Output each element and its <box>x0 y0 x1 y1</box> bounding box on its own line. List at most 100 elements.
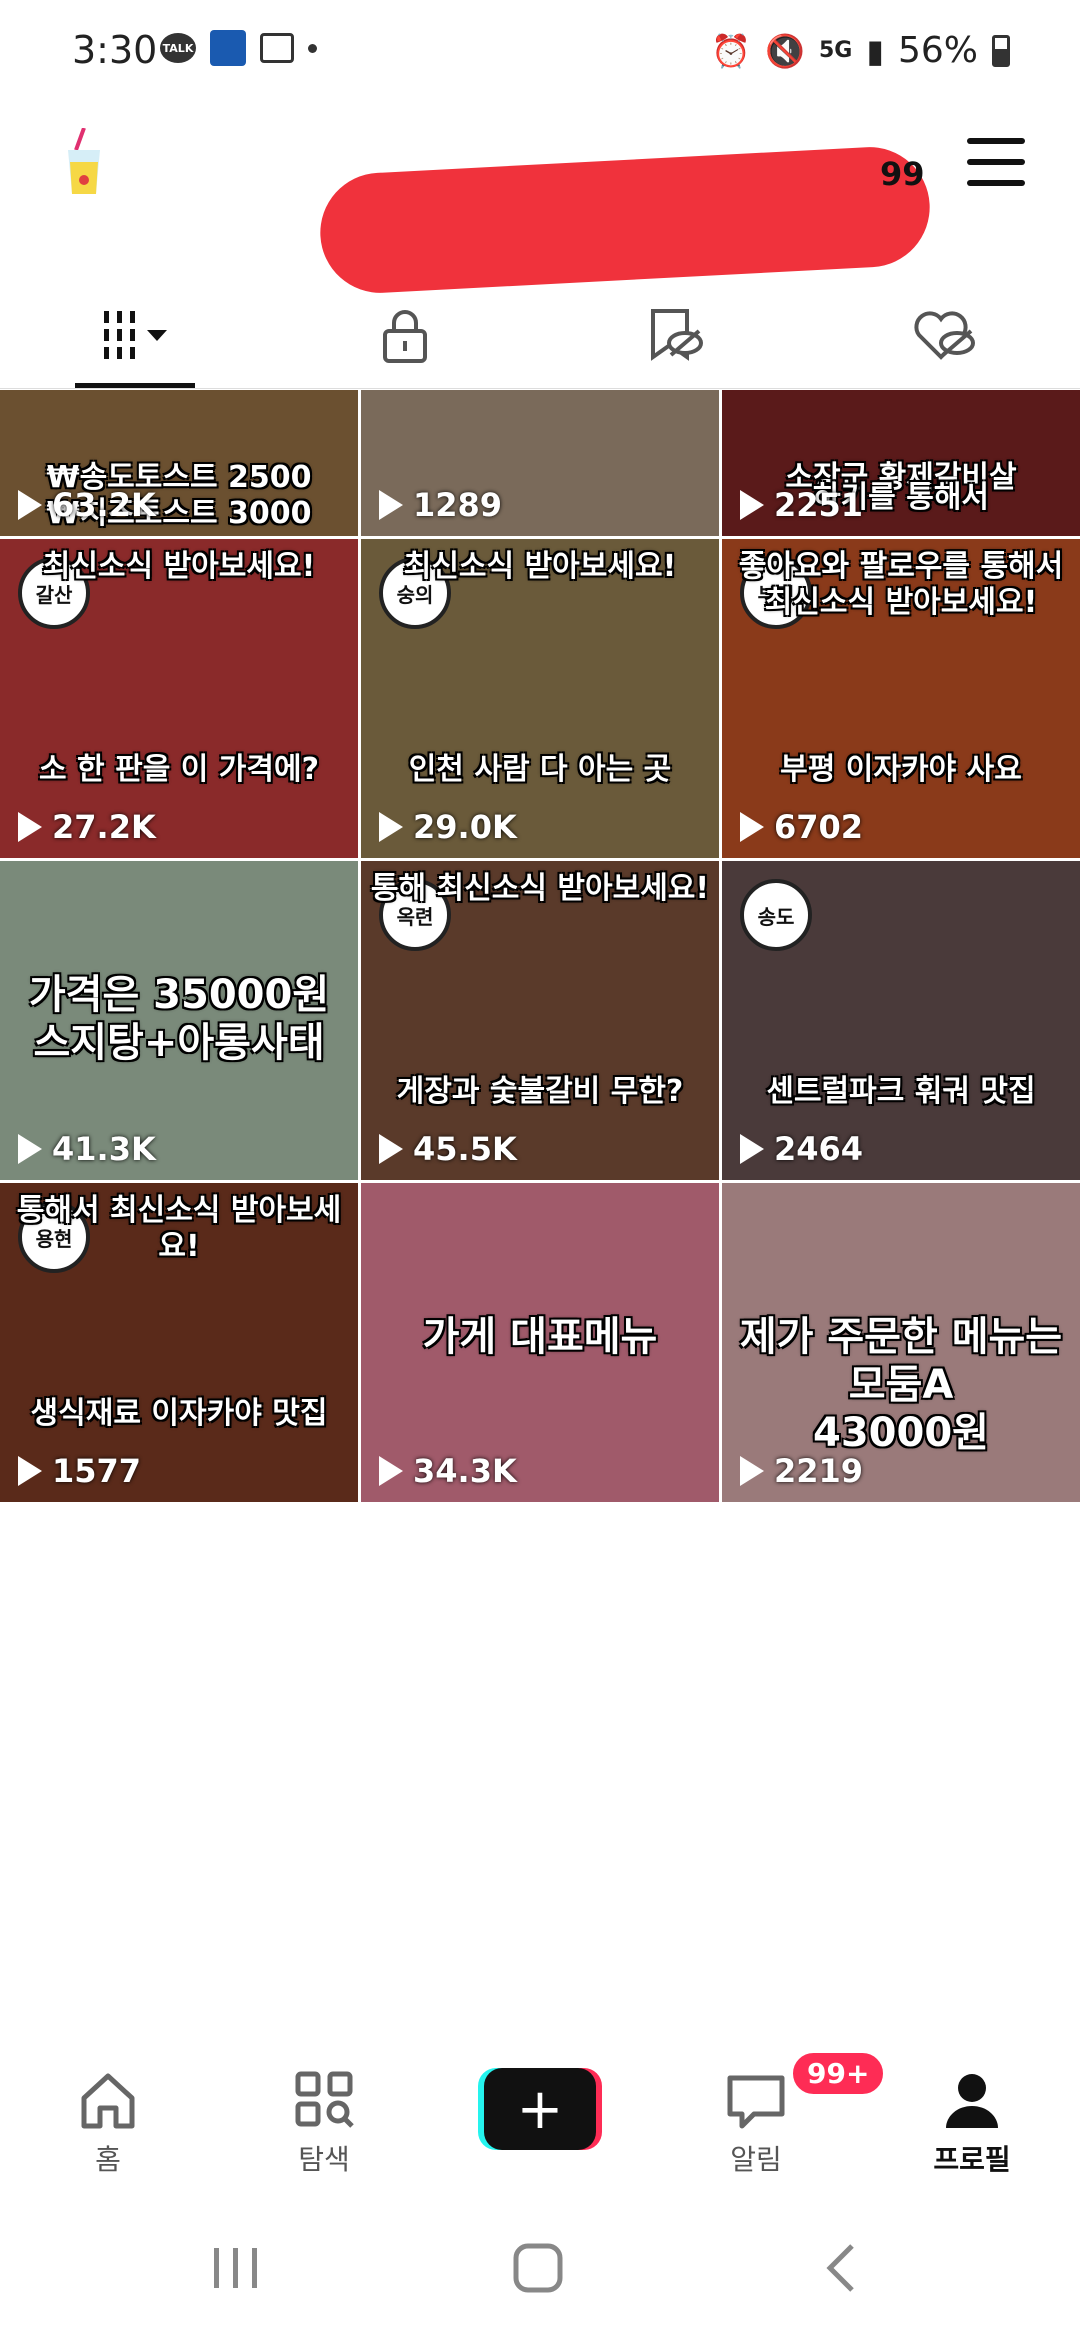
thumbnail-caption-top: 통해서 최신소식 받아보세요! <box>16 1193 342 1264</box>
explore-icon <box>295 2071 354 2128</box>
nav-profile[interactable]: 프로필 <box>912 2070 1032 2178</box>
view-count-value: 2464 <box>774 1130 864 1168</box>
drink-cup-icon[interactable] <box>62 128 106 198</box>
view-count-value: 1577 <box>52 1452 142 1490</box>
play-icon <box>740 812 764 842</box>
video-thumbnail[interactable]: 용현 통해서 최신소식 받아보세요! 생식재료 이자카야 맛집 1577 <box>0 1183 358 1502</box>
menu-button[interactable] <box>967 138 1025 186</box>
profile-icon <box>946 2074 998 2128</box>
video-thumbnail[interactable]: 옥련 통해 최신소식 받아보세요! 게장과 숯불갈비 무한? 45.5K <box>361 861 719 1180</box>
username-fragment: 99 <box>880 155 925 193</box>
view-count-value: 2251 <box>774 486 864 524</box>
video-thumbnail[interactable]: 송도센트럴파크 훠궈 맛집 2464 <box>722 861 1080 1180</box>
video-thumbnail[interactable]: 제가 주문한 메뉴는 모둠A 43000원 2219 <box>722 1183 1080 1502</box>
bottom-navigation: 홈 탐색 + 알림 99+ 프로필 <box>0 2050 1080 2200</box>
view-count-value: 41.3K <box>52 1130 156 1168</box>
view-count: 27.2K <box>18 808 156 846</box>
tab-liked[interactable] <box>810 282 1080 388</box>
thumbnail-caption-bottom: 센트럴파크 훠궈 맛집 <box>766 1074 1036 1109</box>
video-thumbnail[interactable]: 1289 <box>361 390 719 536</box>
recents-icon[interactable] <box>206 2240 266 2296</box>
profile-tabs <box>0 282 1080 389</box>
kakaotalk-icon: TALK <box>160 33 196 63</box>
video-thumbnail[interactable]: ₩송도토스트 2500 ₩치즈토스트 3000 63.2K <box>0 390 358 536</box>
video-thumbnail[interactable]: 부평 좋아요와 팔로우를 통해서 최신소식 받아보세요! 부평 이자카야 사요 670… <box>722 539 1080 858</box>
profile-header: 99 <box>0 110 1080 310</box>
play-icon <box>18 1456 42 1486</box>
thumbnail-caption-top: 제가 주문한 메뉴는 모둠A 43000원 <box>739 1314 1063 1456</box>
video-thumbnail[interactable]: 가격은 35000원 스지탕+아롱사태 41.3K <box>0 861 358 1180</box>
username-redacted <box>317 144 933 296</box>
network-icon: 5G <box>819 38 853 63</box>
view-count: 45.5K <box>379 1130 517 1168</box>
play-icon <box>740 1456 764 1486</box>
view-count-value: 63.2K <box>52 486 156 524</box>
play-icon <box>740 1134 764 1164</box>
view-count: 2464 <box>740 1130 863 1168</box>
app-notification-icon <box>210 30 246 66</box>
status-time: 3:30 <box>72 28 158 72</box>
status-bar: 3:30 TALK ⏰ 🔇 5G ▮ 56% <box>0 0 1080 110</box>
home-icon <box>81 2073 135 2129</box>
thumbnail-caption-bottom: 게장과 숯불갈비 무한? <box>396 1074 684 1109</box>
thumbnail-caption-bottom: 인천 사람 다 아는 곳 <box>408 752 672 787</box>
plus-icon: + <box>484 2068 596 2150</box>
heart-hidden-icon <box>914 311 975 360</box>
view-count: 2251 <box>740 486 863 524</box>
view-count: 34.3K <box>379 1452 517 1490</box>
battery-icon <box>992 34 1010 67</box>
play-icon <box>740 490 764 520</box>
tab-saved[interactable] <box>540 282 810 388</box>
system-status-icons: ⏰ 🔇 5G ▮ 56% <box>711 30 1010 71</box>
view-count-value: 2219 <box>774 1452 864 1490</box>
thumbnail-caption-top: 가게 대표메뉴 <box>422 1314 658 1360</box>
view-count: 2219 <box>740 1452 863 1490</box>
alarm-icon: ⏰ <box>711 31 752 70</box>
thumbnail-caption-top: 좋아요와 팔로우를 통해서 최신소식 받아보세요! <box>738 549 1064 620</box>
more-notifications-icon <box>308 43 317 53</box>
chevron-down-icon <box>146 329 167 341</box>
nav-explore-label: 탐색 <box>298 2143 350 2176</box>
video-thumbnail[interactable]: 소장군 황제갈비살 하기를 통해서 2251 <box>722 390 1080 536</box>
back-icon[interactable] <box>812 2240 872 2296</box>
location-badge: 송도 <box>740 879 812 951</box>
image-icon <box>260 33 294 63</box>
battery-percent: 56% <box>897 30 978 71</box>
inbox-badge: 99+ <box>790 2050 887 2097</box>
view-count: 63.2K <box>18 486 156 524</box>
video-thumbnail[interactable]: 가게 대표메뉴 34.3K <box>361 1183 719 1502</box>
signal-icon: ▮ <box>866 31 884 70</box>
inbox-icon <box>727 2075 785 2129</box>
nav-explore[interactable]: 탐색 <box>264 2070 384 2178</box>
lock-icon <box>383 310 427 363</box>
nav-inbox-label: 알림 <box>730 2143 782 2176</box>
nav-profile-label: 프로필 <box>933 2143 1011 2176</box>
thumbnail-caption-bottom: 부평 이자카야 사요 <box>780 752 1022 787</box>
view-count: 29.0K <box>379 808 517 846</box>
view-count-value: 6702 <box>774 808 864 846</box>
play-icon <box>379 490 403 520</box>
view-count: 1289 <box>379 486 502 524</box>
play-icon <box>18 490 42 520</box>
play-icon <box>379 812 403 842</box>
thumbnail-caption-top: 최신소식 받아보세요! <box>403 549 677 584</box>
view-count: 41.3K <box>18 1130 156 1168</box>
nav-home-label: 홈 <box>95 2143 121 2176</box>
tab-videos[interactable] <box>0 282 270 388</box>
play-icon <box>18 812 42 842</box>
notification-icons: TALK <box>160 30 317 66</box>
create-button[interactable]: + <box>478 2068 602 2150</box>
grid-icon <box>103 311 135 359</box>
view-count-value: 1289 <box>413 486 503 524</box>
video-thumbnail[interactable]: 숭의 최신소식 받아보세요! 인천 사람 다 아는 곳 29.0K <box>361 539 719 858</box>
thumbnail-caption-top: 통해 최신소식 받아보세요! <box>370 871 710 906</box>
home-button-icon[interactable] <box>508 2240 568 2296</box>
system-navigation <box>0 2200 1080 2340</box>
nav-home[interactable]: 홈 <box>48 2070 168 2178</box>
thumbnail-caption-top: 최신소식 받아보세요! <box>42 549 316 584</box>
play-icon <box>18 1134 42 1164</box>
view-count: 6702 <box>740 808 863 846</box>
tab-private[interactable] <box>270 282 540 388</box>
video-thumbnail[interactable]: 갈산 최신소식 받아보세요! 소 한 판을 이 가격에? 27.2K <box>0 539 358 858</box>
view-count-value: 27.2K <box>52 808 156 846</box>
